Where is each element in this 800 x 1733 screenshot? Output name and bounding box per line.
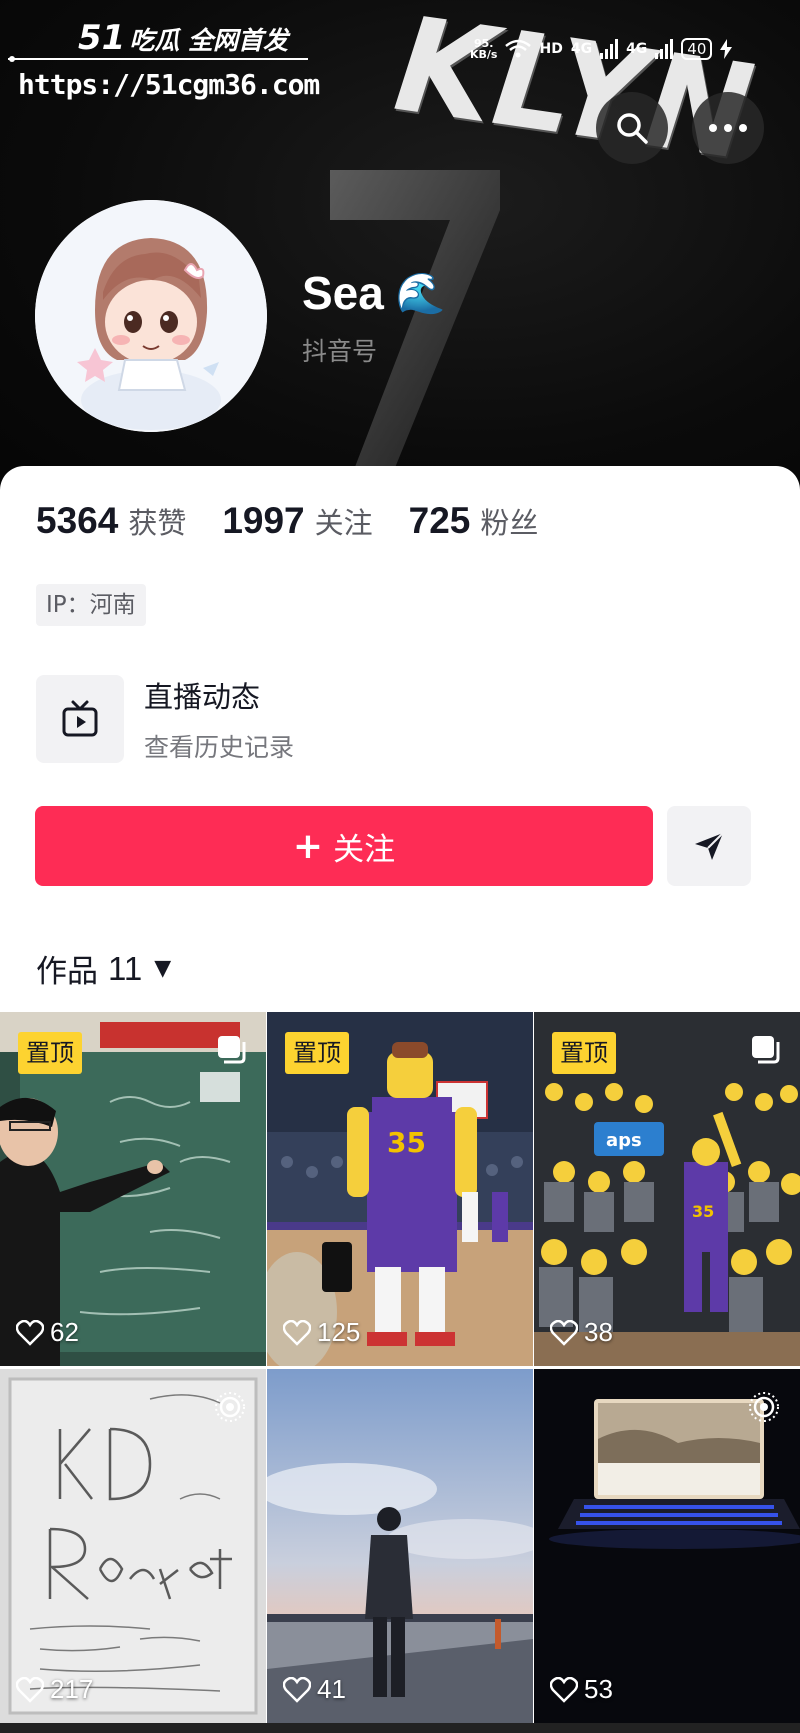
video-thumbnail[interactable]: 35 置顶 125 (267, 1012, 533, 1366)
network-speed-unit: KB/s (470, 48, 498, 61)
live-icon-box (36, 675, 124, 763)
network-type-2: 4G (626, 41, 648, 57)
like-count-text: 53 (584, 1674, 613, 1704)
follow-button[interactable]: + 关注 (35, 806, 653, 886)
nickname-text: Sea (302, 267, 384, 319)
pinned-badge: 置顶 (552, 1032, 616, 1074)
more-button[interactable] (692, 92, 764, 164)
jersey-seven-graphic (330, 170, 500, 480)
search-button[interactable] (596, 92, 668, 164)
signal-icon (655, 39, 674, 59)
like-count-text: 62 (50, 1317, 79, 1347)
stat-label: 关注 (314, 506, 373, 540)
live-text: 直播动态 查看历史记录 (144, 674, 294, 764)
heart-icon (550, 1319, 578, 1346)
video-thumbnail[interactable]: aps 35 置顶 38 (534, 1012, 800, 1366)
pinned-badge: 置顶 (18, 1032, 82, 1074)
like-count-text: 41 (317, 1674, 346, 1704)
like-count-text: 217 (50, 1674, 94, 1704)
live-history-entry[interactable]: 直播动态 查看历史记录 (36, 674, 294, 764)
nickname: Sea 🌊 (302, 266, 446, 320)
like-count: 38 (550, 1317, 613, 1348)
more-icon (709, 124, 747, 132)
works-tab[interactable]: 作品 11 ▼ (36, 946, 171, 991)
like-count-text: 125 (317, 1317, 361, 1347)
caret-down-icon: ▼ (154, 956, 172, 981)
like-count: 125 (283, 1317, 360, 1348)
watermark-url: https://51cgm36.com (18, 68, 320, 101)
stat-value: 1997 (222, 500, 305, 541)
works-label: 作品 (36, 954, 98, 990)
video-thumbnail[interactable]: 217 (0, 1369, 266, 1723)
network-speed: 95. KB/s (470, 38, 497, 60)
multi-image-icon (752, 1036, 780, 1064)
stat-label: 粉丝 (480, 506, 539, 540)
like-count: 217 (16, 1674, 93, 1705)
next-row-edge (0, 1723, 800, 1733)
heart-icon (16, 1319, 44, 1346)
stat-following[interactable]: 1997 关注 (222, 500, 372, 542)
send-message-button[interactable] (667, 806, 751, 886)
stat-likes[interactable]: 5364 获赞 (36, 500, 186, 542)
pinned-badge: 置顶 (285, 1032, 349, 1074)
stat-followers[interactable]: 725 粉丝 (409, 500, 539, 542)
like-count: 53 (550, 1674, 613, 1705)
network-type-1: 4G (570, 41, 593, 57)
battery-level: 40 (681, 38, 713, 60)
multi-image-icon (218, 1036, 246, 1064)
ip-location-tag: IP：河南 (36, 584, 146, 626)
like-count-text: 38 (584, 1317, 613, 1347)
plus-icon: + (292, 825, 324, 867)
live-photo-icon (749, 1392, 779, 1422)
thumbnail-image (267, 1369, 533, 1723)
profile-stats: 5364 获赞 1997 关注 725 粉丝 (36, 500, 574, 542)
watermark-brand: 51 吃瓜 全网首发 (78, 18, 288, 58)
watermark-underline (8, 56, 308, 62)
heart-icon (283, 1319, 311, 1346)
video-thumbnail[interactable]: 53 (534, 1369, 800, 1723)
paper-plane-icon (695, 832, 724, 860)
watermark: 51 吃瓜 全网首发 https://51cgm36.com (8, 12, 320, 102)
heart-icon (283, 1676, 311, 1703)
watermark-brand-num: 51 (78, 18, 126, 58)
avatar[interactable] (35, 200, 267, 432)
live-photo-icon (215, 1392, 245, 1422)
avatar-cartoon-image (35, 200, 267, 432)
svg-text:35: 35 (387, 1126, 426, 1159)
works-grid: 置顶 62 35 置顶 125 aps 35 置顶 38 217 41 53 (0, 1012, 800, 1723)
signal-icon (600, 39, 619, 59)
works-count: 11 (108, 949, 143, 987)
video-thumbnail[interactable]: 置顶 62 (0, 1012, 266, 1366)
like-count: 41 (283, 1674, 346, 1705)
svg-text:aps: aps (606, 1130, 642, 1151)
wifi-icon (505, 39, 532, 58)
svg-text:35: 35 (692, 1202, 714, 1221)
douyin-id-label: 抖音号 (302, 337, 378, 366)
charging-icon (720, 39, 733, 59)
heart-icon (550, 1676, 578, 1703)
like-count: 62 (16, 1317, 79, 1348)
live-subtitle: 查看历史记录 (144, 733, 295, 762)
wave-emoji: 🌊 (395, 271, 446, 316)
profile-card: 5364 获赞 1997 关注 725 粉丝 IP：河南 直播动态 查看历史记录… (0, 466, 800, 1733)
profile-header: KLYN 51 吃瓜 全网首发 https://51cgm36.com 95. K… (0, 0, 800, 500)
stat-label: 获赞 (128, 506, 187, 540)
video-thumbnail[interactable]: 41 (267, 1369, 533, 1723)
stat-value: 5364 (36, 500, 119, 541)
follow-label: 关注 (333, 831, 396, 868)
status-bar: 95. KB/s HD 4G 4G 40 (470, 34, 733, 64)
heart-icon (16, 1676, 44, 1703)
hd-indicator: HD (539, 41, 563, 57)
search-icon (617, 113, 648, 144)
live-title: 直播动态 (144, 680, 261, 714)
watermark-brand-cn: 吃瓜 全网首发 (129, 26, 289, 55)
stat-value: 725 (408, 500, 471, 541)
tv-icon (62, 700, 98, 737)
